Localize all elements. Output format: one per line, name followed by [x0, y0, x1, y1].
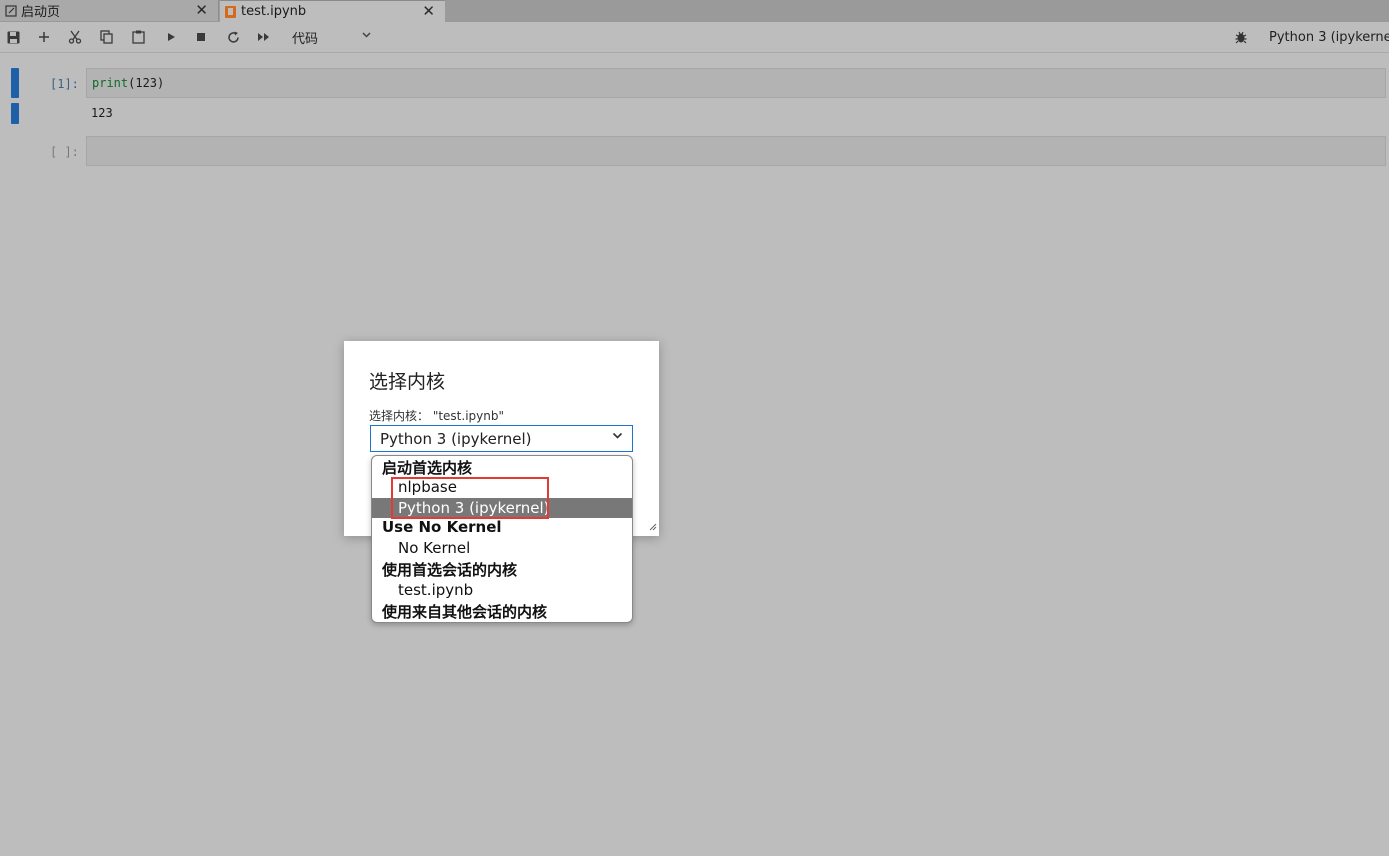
kernel-select[interactable]: Python 3 (ipykernel) [370, 425, 633, 452]
code-cell-input[interactable]: print(123) [86, 68, 1386, 98]
chevron-down-icon [611, 429, 624, 446]
dialog-title: 选择内核 [369, 371, 446, 393]
kernel-select-value: Python 3 (ipykernel) [380, 430, 532, 448]
dropdown-option-no-kernel[interactable]: No Kernel [372, 538, 632, 558]
tab-notebook[interactable]: test.ipynb ✕ [220, 0, 445, 22]
dropdown-group-label: 使用来自其他会话的内核 [382, 603, 548, 621]
paste-icon[interactable] [127, 26, 149, 48]
bug-icon[interactable] [1234, 30, 1250, 46]
annotation-highlight-box [391, 477, 549, 519]
code-cell-input[interactable] [86, 136, 1386, 166]
code-function: print [92, 76, 129, 90]
fast-forward-icon[interactable] [253, 26, 275, 48]
notebook-toolbar: 代码 Python 3 (ipykernel) [0, 22, 1389, 53]
restart-icon[interactable] [222, 26, 244, 48]
save-icon[interactable] [2, 26, 24, 48]
tab-launcher[interactable]: 启动页 ✕ [0, 0, 219, 21]
run-icon[interactable] [160, 26, 182, 48]
output-collapser[interactable] [11, 103, 19, 124]
tab-label: 启动页 [21, 5, 61, 20]
kernel-name-button[interactable]: Python 3 (ipykernel) [1269, 30, 1389, 45]
stop-icon[interactable] [190, 26, 212, 48]
dropdown-group-label: 使用首选会话的内核 [382, 561, 518, 579]
cell-output: 123 [91, 106, 113, 120]
jupyterlab-window: 启动页 ✕ test.ipynb ✕ 代码 Python 3 (ipykerne… [0, 0, 1389, 856]
copy-icon[interactable] [95, 26, 117, 48]
cell-type-value: 代码 [292, 31, 319, 47]
close-icon[interactable]: ✕ [195, 1, 208, 19]
cut-icon[interactable] [64, 26, 86, 48]
close-icon[interactable]: ✕ [422, 2, 435, 20]
dropdown-group-label: 启动首选内核 [382, 459, 473, 477]
dropdown-option-test-ipynb[interactable]: test.ipynb [372, 580, 632, 600]
dropdown-group-label: Use No Kernel [382, 518, 502, 536]
notebook-icon [224, 5, 237, 18]
code-args: (123) [128, 76, 165, 90]
launcher-icon [4, 4, 17, 17]
resize-handle-icon[interactable] [649, 523, 657, 534]
input-prompt: [1]: [50, 77, 79, 91]
tab-label: test.ipynb [241, 4, 307, 19]
input-collapser[interactable] [11, 68, 19, 98]
cell-type-select[interactable]: 代码 [286, 26, 378, 48]
add-cell-icon[interactable] [33, 26, 55, 48]
dialog-label: 选择内核： "test.ipynb" [369, 409, 504, 423]
input-prompt: [ ]: [50, 145, 79, 159]
tab-bar: 启动页 ✕ test.ipynb ✕ [0, 0, 1389, 22]
chevron-down-icon [361, 29, 372, 43]
